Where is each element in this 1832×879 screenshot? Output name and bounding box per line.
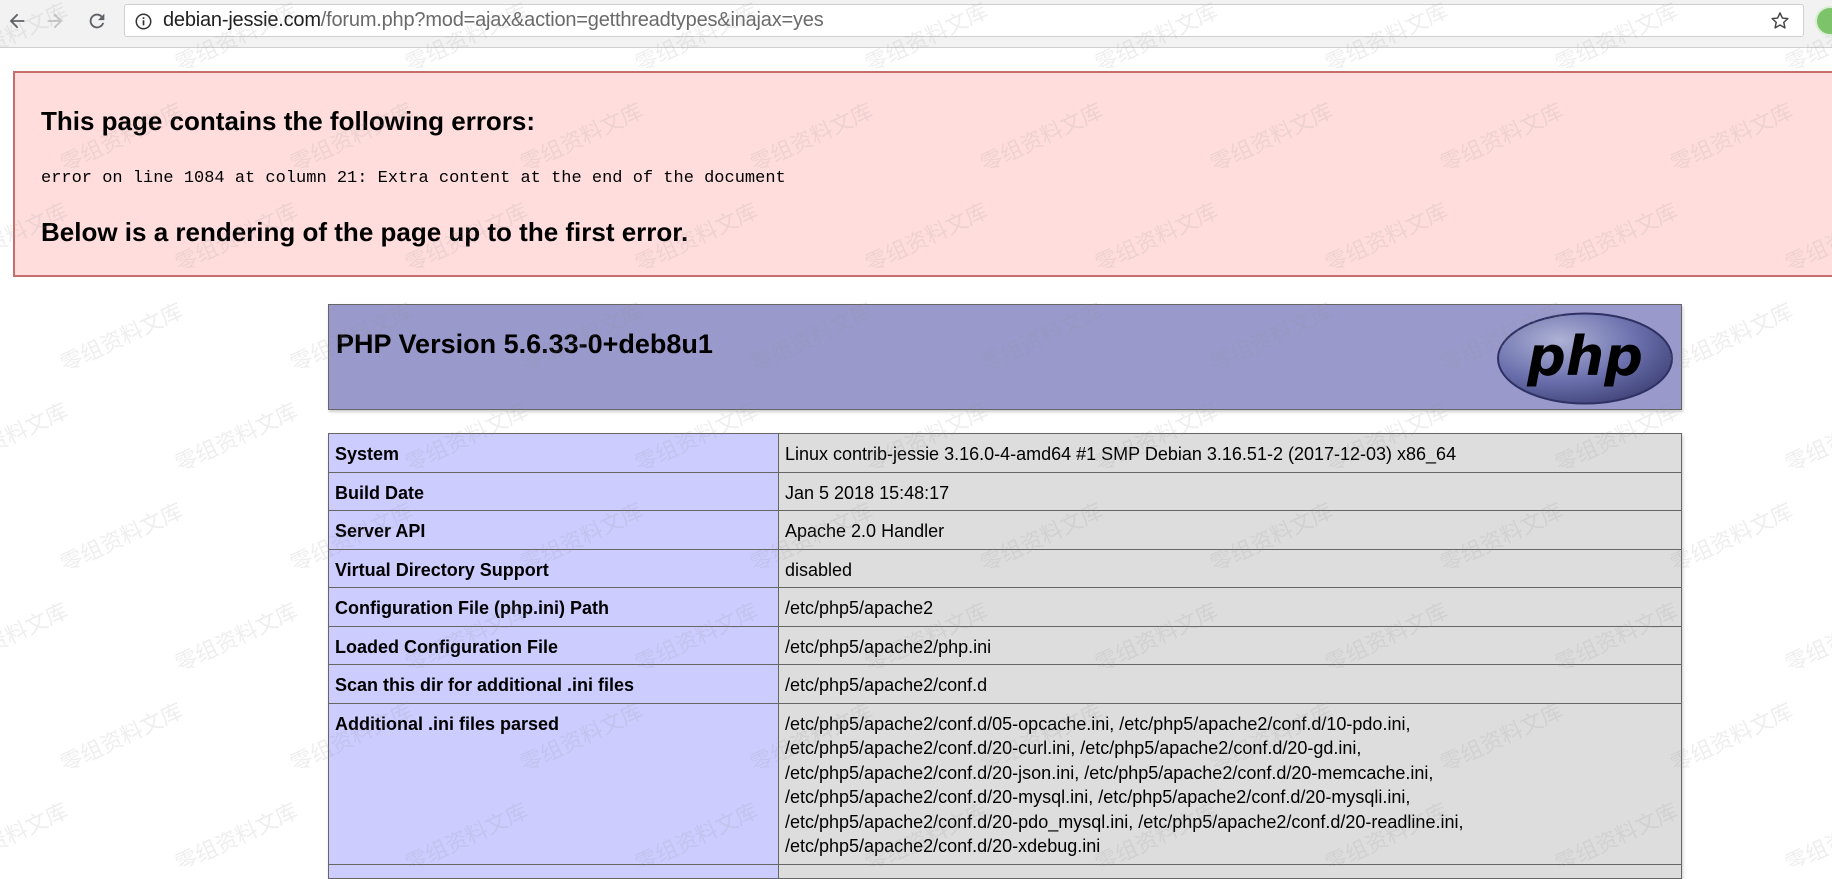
watermark-text: 零组资料文库 (56, 499, 188, 578)
php-version-title: PHP Version 5.6.33-0+deb8u1 (336, 329, 713, 359)
error-title: This page contains the following errors: (41, 106, 536, 136)
watermark-text: 零组资料文库 (1781, 599, 1832, 678)
bookmark-star-icon[interactable] (1769, 10, 1791, 32)
browser-toolbar: debian-jessie.com/forum.php?mod=ajax&act… (0, 0, 1832, 48)
watermark-text: 零组资料文库 (1781, 399, 1832, 478)
watermark-text: 零组资料文库 (171, 799, 303, 866)
row-value (778, 863, 1682, 879)
row-key: Configuration File (php.ini) Path (328, 587, 779, 627)
row-key: Loaded Configuration File (328, 625, 779, 665)
row-key: Scan this dir for additional .ini files (328, 664, 779, 704)
row-value-line: /etc/php5/apache2 (785, 598, 934, 618)
watermark-text: 零组资料文库 (0, 399, 73, 478)
row-value: /etc/php5/apache2/conf.d/05-opcache.ini,… (778, 702, 1682, 865)
watermark-text: 零组资料文库 (171, 399, 303, 478)
extension-icon[interactable] (1817, 8, 1832, 34)
table-row: Configuration File (php.ini) Path/etc/ph… (328, 587, 1682, 627)
table-row: Build Date Jan 5 2018 15:48:17 (328, 471, 1682, 511)
reload-button[interactable] (82, 6, 112, 36)
row-value-line: Apache 2.0 Handler (785, 521, 945, 541)
watermark-text: 零组资料文库 (1781, 799, 1832, 866)
phpinfo-table: System Linux contrib-jessie 3.16.0-4-amd6… (328, 433, 1682, 879)
row-value: /etc/php5/apache2/php.ini (778, 625, 1682, 665)
info-icon[interactable] (135, 13, 152, 30)
table-row: Additional .ini files parsed/etc/php5/ap… (328, 702, 1682, 865)
watermark-text: 零组资料文库 (56, 299, 188, 378)
row-value: /etc/php5/apache2 (778, 587, 1682, 627)
xml-error-box: This page contains the following errors:… (13, 71, 1832, 277)
row-key: Virtual Directory Support (328, 548, 779, 588)
row-value-line: /etc/php5/apache2/php.ini (785, 636, 992, 657)
table-row: Scan this dir for additional .ini files /… (328, 664, 1682, 704)
url-host: debian-jessie.com (163, 9, 321, 31)
back-button[interactable] (2, 6, 32, 36)
watermark-text: 零组资料文库 (56, 699, 188, 778)
row-value-line: /etc/php5/apache2/conf.d (785, 675, 988, 695)
row-value-line: /etc/php5/apache2/conf.d/20-mysql.ini, /… (785, 787, 1411, 807)
row-value-line: /etc/php5/apache2/conf.d/05-opcache.ini,… (785, 713, 1411, 734)
phpinfo-header: PHP Version 5.6.33-0+deb8u1 php (328, 304, 1682, 410)
watermark-text: 零组资料文库 (0, 799, 73, 866)
url-path: /forum.php?mod=ajax&action=getthreadtype… (320, 9, 824, 31)
forward-button[interactable] (40, 6, 70, 36)
row-key: Server API (328, 510, 779, 550)
row-key (328, 863, 779, 879)
table-row: Loaded Configuration File/etc/php5/apach… (328, 625, 1682, 665)
row-value-line: /etc/php5/apache2/conf.d/20-xdebug.ini (785, 836, 1101, 856)
php-logo-text: php (1526, 325, 1643, 388)
table-row: System Linux contrib-jessie 3.16.0-4-amd6… (328, 433, 1682, 473)
row-value-line: /etc/php5/apache2/conf.d/20-json.ini, /e… (785, 762, 1434, 783)
row-key: System (328, 433, 779, 473)
row-value-line: /etc/php5/apache2/conf.d/20-curl.ini, /e… (785, 738, 1362, 758)
watermark-text: 零组资料文库 (1666, 699, 1798, 778)
table-row (328, 863, 1682, 879)
error-message: error on line 1084 at column 21: Extra c… (41, 169, 786, 188)
row-value-line: /etc/php5/apache2/conf.d/20-pdo_mysql.in… (785, 811, 1464, 832)
url-text[interactable]: debian-jessie.com/forum.php?mod=ajax&act… (163, 5, 824, 36)
row-value-line: Linux contrib-jessie 3.16.0-4-amd64 #1 S… (785, 444, 1457, 464)
error-below-text: Below is a rendering of the page up to t… (41, 217, 689, 247)
watermark-text: 零组资料文库 (171, 599, 303, 678)
watermark-text: 零组资料文库 (0, 599, 73, 678)
row-value: /etc/php5/apache2/conf.d (778, 664, 1682, 704)
arrow-left-icon (9, 13, 25, 29)
row-value: Linux contrib-jessie 3.16.0-4-amd64 #1 S… (778, 433, 1682, 473)
address-bar[interactable]: debian-jessie.com/forum.php?mod=ajax&act… (124, 4, 1804, 37)
row-value-line: disabled (785, 559, 853, 580)
table-row: Server API Apache 2.0 Handler (328, 510, 1682, 550)
table-row: Virtual Directory Support disabled (328, 548, 1682, 588)
php-logo-icon[interactable]: php (1496, 312, 1674, 405)
row-key: Build Date (328, 471, 779, 511)
row-value: disabled (778, 548, 1682, 588)
row-value: Jan 5 2018 15:48:17 (778, 471, 1682, 511)
watermark-text: 零组资料文库 (1666, 299, 1798, 378)
watermark-text: 零组资料文库 (1666, 499, 1798, 578)
arrow-right-icon (47, 13, 63, 29)
reload-icon (89, 13, 105, 29)
row-value-line: Jan 5 2018 15:48:17 (785, 482, 950, 503)
row-key: Additional .ini files parsed (328, 702, 779, 865)
row-value: Apache 2.0 Handler (778, 510, 1682, 550)
